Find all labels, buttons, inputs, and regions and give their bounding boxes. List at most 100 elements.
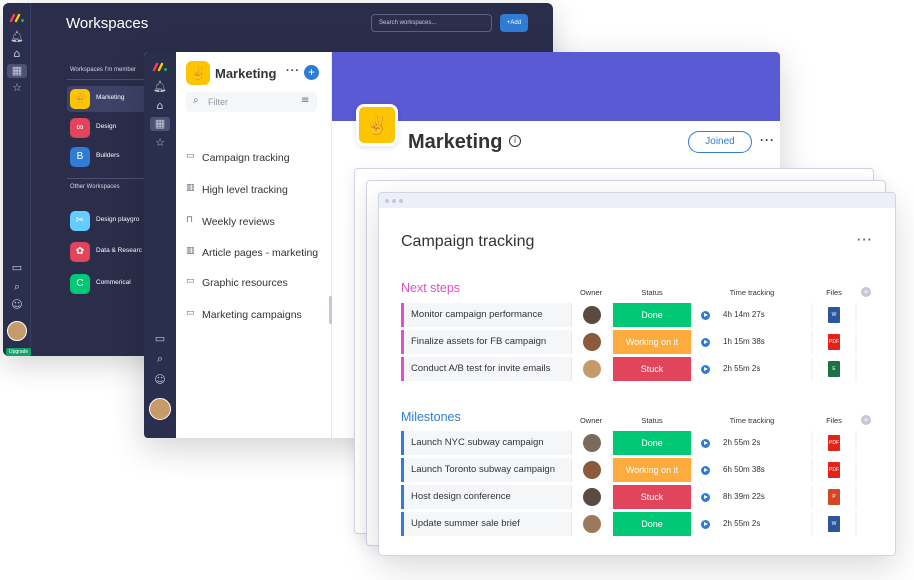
status-cell[interactable]: Done — [613, 303, 691, 327]
board-item-weekly-reviews[interactable]: ⊓ Weekly reviews — [186, 213, 332, 233]
play-icon[interactable] — [701, 520, 710, 529]
play-icon[interactable] — [701, 493, 710, 502]
time-tracking-cell[interactable]: 2h 55m 2s — [693, 431, 811, 455]
board-item-high-level-tracking[interactable]: ▥ High level tracking — [186, 181, 332, 201]
add-column-icon[interactable]: + — [861, 287, 871, 297]
joined-button[interactable]: Joined — [688, 131, 752, 153]
time-tracking-cell[interactable]: 8h 39m 22s — [693, 485, 811, 509]
owner-cell[interactable] — [571, 303, 611, 327]
bell-icon[interactable]: 🔔︎ — [10, 30, 24, 44]
avatar[interactable] — [7, 321, 27, 341]
column-header-owner[interactable]: Owner — [571, 288, 611, 297]
files-cell[interactable]: P — [813, 485, 855, 509]
item-name[interactable]: Update summer sale brief — [411, 518, 520, 529]
play-icon[interactable] — [701, 338, 710, 347]
column-header-files[interactable]: Files — [813, 288, 855, 297]
files-cell[interactable]: PDF — [813, 458, 855, 482]
column-header-files[interactable]: Files — [813, 416, 855, 425]
files-cell[interactable]: W — [813, 303, 855, 327]
item-name[interactable]: Launch NYC subway campaign — [411, 437, 544, 448]
scrollbar[interactable] — [329, 296, 332, 324]
column-header-status[interactable]: Status — [613, 288, 691, 297]
owner-cell[interactable] — [571, 431, 611, 455]
column-header-time-tracking[interactable]: Time tracking — [693, 416, 811, 425]
owner-cell[interactable] — [571, 458, 611, 482]
time-tracking-cell[interactable]: 2h 55m 2s — [693, 512, 811, 536]
play-icon[interactable] — [701, 365, 710, 374]
pdf-file-icon[interactable]: PDF — [828, 334, 840, 350]
search-icon[interactable]: ⌕ — [153, 352, 167, 366]
workspaces-icon[interactable]: ▦ — [150, 117, 170, 131]
upgrade-badge[interactable]: Upgrade — [6, 348, 32, 356]
table-row[interactable]: Launch Toronto subway campaign Working o… — [401, 458, 873, 482]
item-name[interactable]: Finalize assets for FB campaign — [411, 336, 546, 347]
table-row[interactable]: Host design conference Stuck 8h 39m 22s … — [401, 485, 873, 509]
status-cell[interactable]: Done — [613, 512, 691, 536]
word-file-icon[interactable]: W — [828, 516, 840, 532]
table-row[interactable]: Update summer sale brief Done 2h 55m 2s … — [401, 512, 873, 536]
time-tracking-cell[interactable]: 1h 15m 38s — [693, 330, 811, 354]
workspaces-icon[interactable]: ▦ — [7, 64, 27, 78]
board-item-article-pages[interactable]: ▥ Article pages - marketing — [186, 244, 332, 264]
column-header-time-tracking[interactable]: Time tracking — [693, 288, 811, 297]
pdf-file-icon[interactable]: PDF — [828, 435, 840, 451]
time-tracking-cell[interactable]: 4h 14m 27s — [693, 303, 811, 327]
time-tracking-cell[interactable]: 2h 55m 2s — [693, 357, 811, 381]
person-icon[interactable]: ☺ — [10, 298, 24, 312]
search-input[interactable]: Search workspaces... — [371, 14, 492, 32]
calendar-icon[interactable]: ▭ — [10, 261, 24, 275]
play-icon[interactable] — [701, 466, 710, 475]
status-cell[interactable]: Done — [613, 431, 691, 455]
files-cell[interactable]: W — [813, 512, 855, 536]
item-name[interactable]: Conduct A/B test for invite emails — [411, 363, 550, 374]
owner-cell[interactable] — [571, 357, 611, 381]
more-options-icon[interactable]: ··· — [286, 65, 300, 77]
files-cell[interactable]: E — [813, 357, 855, 381]
calendar-icon[interactable]: ▭ — [153, 332, 167, 346]
table-row[interactable]: Launch NYC subway campaign Done 2h 55m 2… — [401, 431, 873, 455]
status-cell[interactable]: Stuck — [613, 485, 691, 509]
table-row[interactable]: Conduct A/B test for invite emails Stuck… — [401, 357, 873, 381]
column-header-status[interactable]: Status — [613, 416, 691, 425]
avatar[interactable] — [149, 398, 171, 420]
column-header-owner[interactable]: Owner — [571, 416, 611, 425]
info-icon[interactable]: i — [509, 135, 521, 147]
item-name[interactable]: Launch Toronto subway campaign — [411, 464, 555, 475]
add-column-icon[interactable]: + — [861, 415, 871, 425]
more-options-icon[interactable]: ··· — [760, 133, 775, 147]
more-options-icon[interactable]: ··· — [857, 232, 873, 247]
powerpoint-file-icon[interactable]: P — [828, 489, 840, 505]
word-file-icon[interactable]: W — [828, 307, 840, 323]
files-cell[interactable]: PDF — [813, 330, 855, 354]
table-row[interactable]: Monitor campaign performance Done 4h 14m… — [401, 303, 873, 327]
group-title-next-steps[interactable]: Next steps — [401, 281, 460, 295]
owner-cell[interactable] — [571, 330, 611, 354]
add-board-button[interactable]: + — [304, 65, 319, 80]
person-icon[interactable]: ☺ — [153, 373, 167, 387]
star-icon[interactable]: ☆ — [10, 81, 24, 95]
status-cell[interactable]: Working on it — [613, 458, 691, 482]
add-workspace-button[interactable]: +Add — [500, 14, 528, 32]
board-item-marketing-campaigns[interactable]: ▭ Marketing campaigns — [186, 306, 332, 326]
inbox-icon[interactable]: ⌂ — [153, 99, 167, 113]
group-title-milestones[interactable]: Milestones — [401, 410, 461, 424]
search-icon[interactable]: ⌕ — [10, 280, 24, 294]
excel-file-icon[interactable]: E — [828, 361, 840, 377]
item-name[interactable]: Monitor campaign performance — [411, 309, 542, 320]
inbox-icon[interactable]: ⌂ — [10, 47, 24, 61]
star-icon[interactable]: ☆ — [153, 136, 167, 150]
play-icon[interactable] — [701, 311, 710, 320]
board-item-campaign-tracking[interactable]: ▭ Campaign tracking — [186, 149, 332, 169]
table-row[interactable]: Finalize assets for FB campaign Working … — [401, 330, 873, 354]
filter-icon[interactable]: ≡ — [301, 95, 309, 106]
pdf-file-icon[interactable]: PDF — [828, 462, 840, 478]
status-cell[interactable]: Working on it — [613, 330, 691, 354]
status-cell[interactable]: Stuck — [613, 357, 691, 381]
item-name[interactable]: Host design conference — [411, 491, 511, 502]
files-cell[interactable]: PDF — [813, 431, 855, 455]
bell-icon[interactable]: 🔔︎ — [153, 80, 167, 94]
owner-cell[interactable] — [571, 512, 611, 536]
owner-cell[interactable] — [571, 485, 611, 509]
play-icon[interactable] — [701, 439, 710, 448]
time-tracking-cell[interactable]: 6h 50m 38s — [693, 458, 811, 482]
